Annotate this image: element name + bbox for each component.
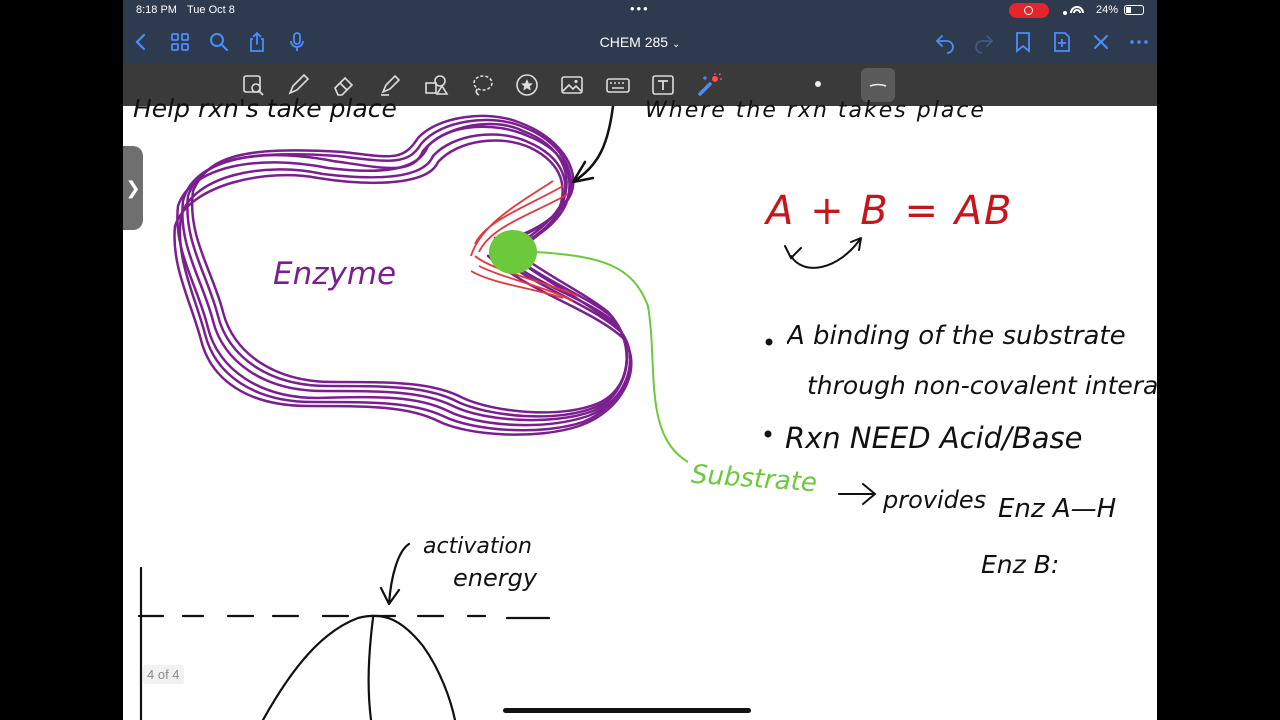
record-icon[interactable]: [1009, 3, 1049, 18]
provides-arrow: [838, 483, 877, 505]
share-icon[interactable]: [245, 30, 269, 54]
stroke-size-dot[interactable]: [815, 81, 821, 87]
page-indicator: 4 of 4: [143, 665, 184, 684]
sticker-icon[interactable]: [514, 72, 540, 98]
undo-icon[interactable]: [933, 30, 957, 54]
navigation-bar: CHEM 285 ⌄: [123, 22, 1157, 64]
image-icon[interactable]: [559, 72, 585, 98]
stroke-style-button[interactable]: [861, 68, 895, 102]
search-icon[interactable]: [207, 30, 231, 54]
mic-icon[interactable]: [285, 30, 309, 54]
multitask-dots-icon[interactable]: •••: [630, 1, 650, 16]
keyboard-icon[interactable]: [605, 72, 631, 98]
bullet-2-text: Rxn NEED Acid/Base: [785, 421, 1083, 455]
note-help-rxns: Help rxn's take place: [133, 94, 397, 123]
enzyme-label: Enzyme: [273, 256, 397, 292]
more-icon[interactable]: [1127, 30, 1151, 54]
equation-text: A + B = AB: [766, 188, 1014, 234]
document-title[interactable]: CHEM 285: [600, 34, 668, 50]
signal-icon: [1061, 3, 1091, 20]
bullet-1: [765, 338, 773, 346]
grid-icon[interactable]: [168, 30, 192, 54]
lasso-icon[interactable]: [469, 72, 495, 98]
active-site-arrow: [571, 106, 615, 184]
note-canvas[interactable]: Help rxn's take place Where the rxn take…: [123, 94, 1157, 720]
battery-icon: [1124, 5, 1144, 15]
bullet-1-line-2: through non-covalent interact: [807, 371, 1157, 400]
textbox-icon[interactable]: [650, 72, 676, 98]
status-date: Tue Oct 8: [187, 4, 235, 16]
equation-arrow: [784, 237, 862, 269]
sidebar-toggle-handle[interactable]: ❯: [123, 146, 143, 230]
document-title-area: CHEM 285 ⌄: [123, 34, 1157, 50]
laser-icon[interactable]: [696, 72, 722, 98]
substrate-blob: [489, 230, 537, 274]
enz-ah-text: Enz A—H: [998, 494, 1117, 524]
close-icon[interactable]: [1089, 30, 1113, 54]
ipad-screen: 8:18 PM Tue Oct 8 ••• 24% CHEM 285 ⌄ Hel…: [123, 0, 1157, 720]
home-indicator[interactable]: [503, 708, 751, 713]
provides-text: provides: [883, 486, 987, 514]
note-where-rxn: Where the rxn takes place: [645, 98, 986, 123]
bookmark-icon[interactable]: [1011, 30, 1035, 54]
bullet-2: [764, 430, 772, 438]
back-icon[interactable]: [129, 30, 153, 54]
add-page-icon[interactable]: [1050, 30, 1074, 54]
status-time: 8:18 PM: [136, 4, 177, 16]
title-chevron-down-icon[interactable]: ⌄: [672, 39, 680, 50]
redo-icon[interactable]: [972, 30, 996, 54]
top-bar: 8:18 PM Tue Oct 8 ••• 24% CHEM 285 ⌄: [123, 0, 1157, 64]
status-bar: 8:18 PM Tue Oct 8 ••• 24%: [123, 0, 1157, 22]
enz-b-text: Enz B:: [981, 550, 1060, 579]
shapes-icon[interactable]: [423, 72, 449, 98]
activation-label: activation: [423, 534, 532, 559]
bullet-1-line-1: A binding of the substrate: [787, 321, 1126, 351]
battery-percent: 24%: [1096, 4, 1119, 16]
energy-label: energy: [453, 564, 538, 592]
enzyme-drawing: [173, 114, 633, 436]
